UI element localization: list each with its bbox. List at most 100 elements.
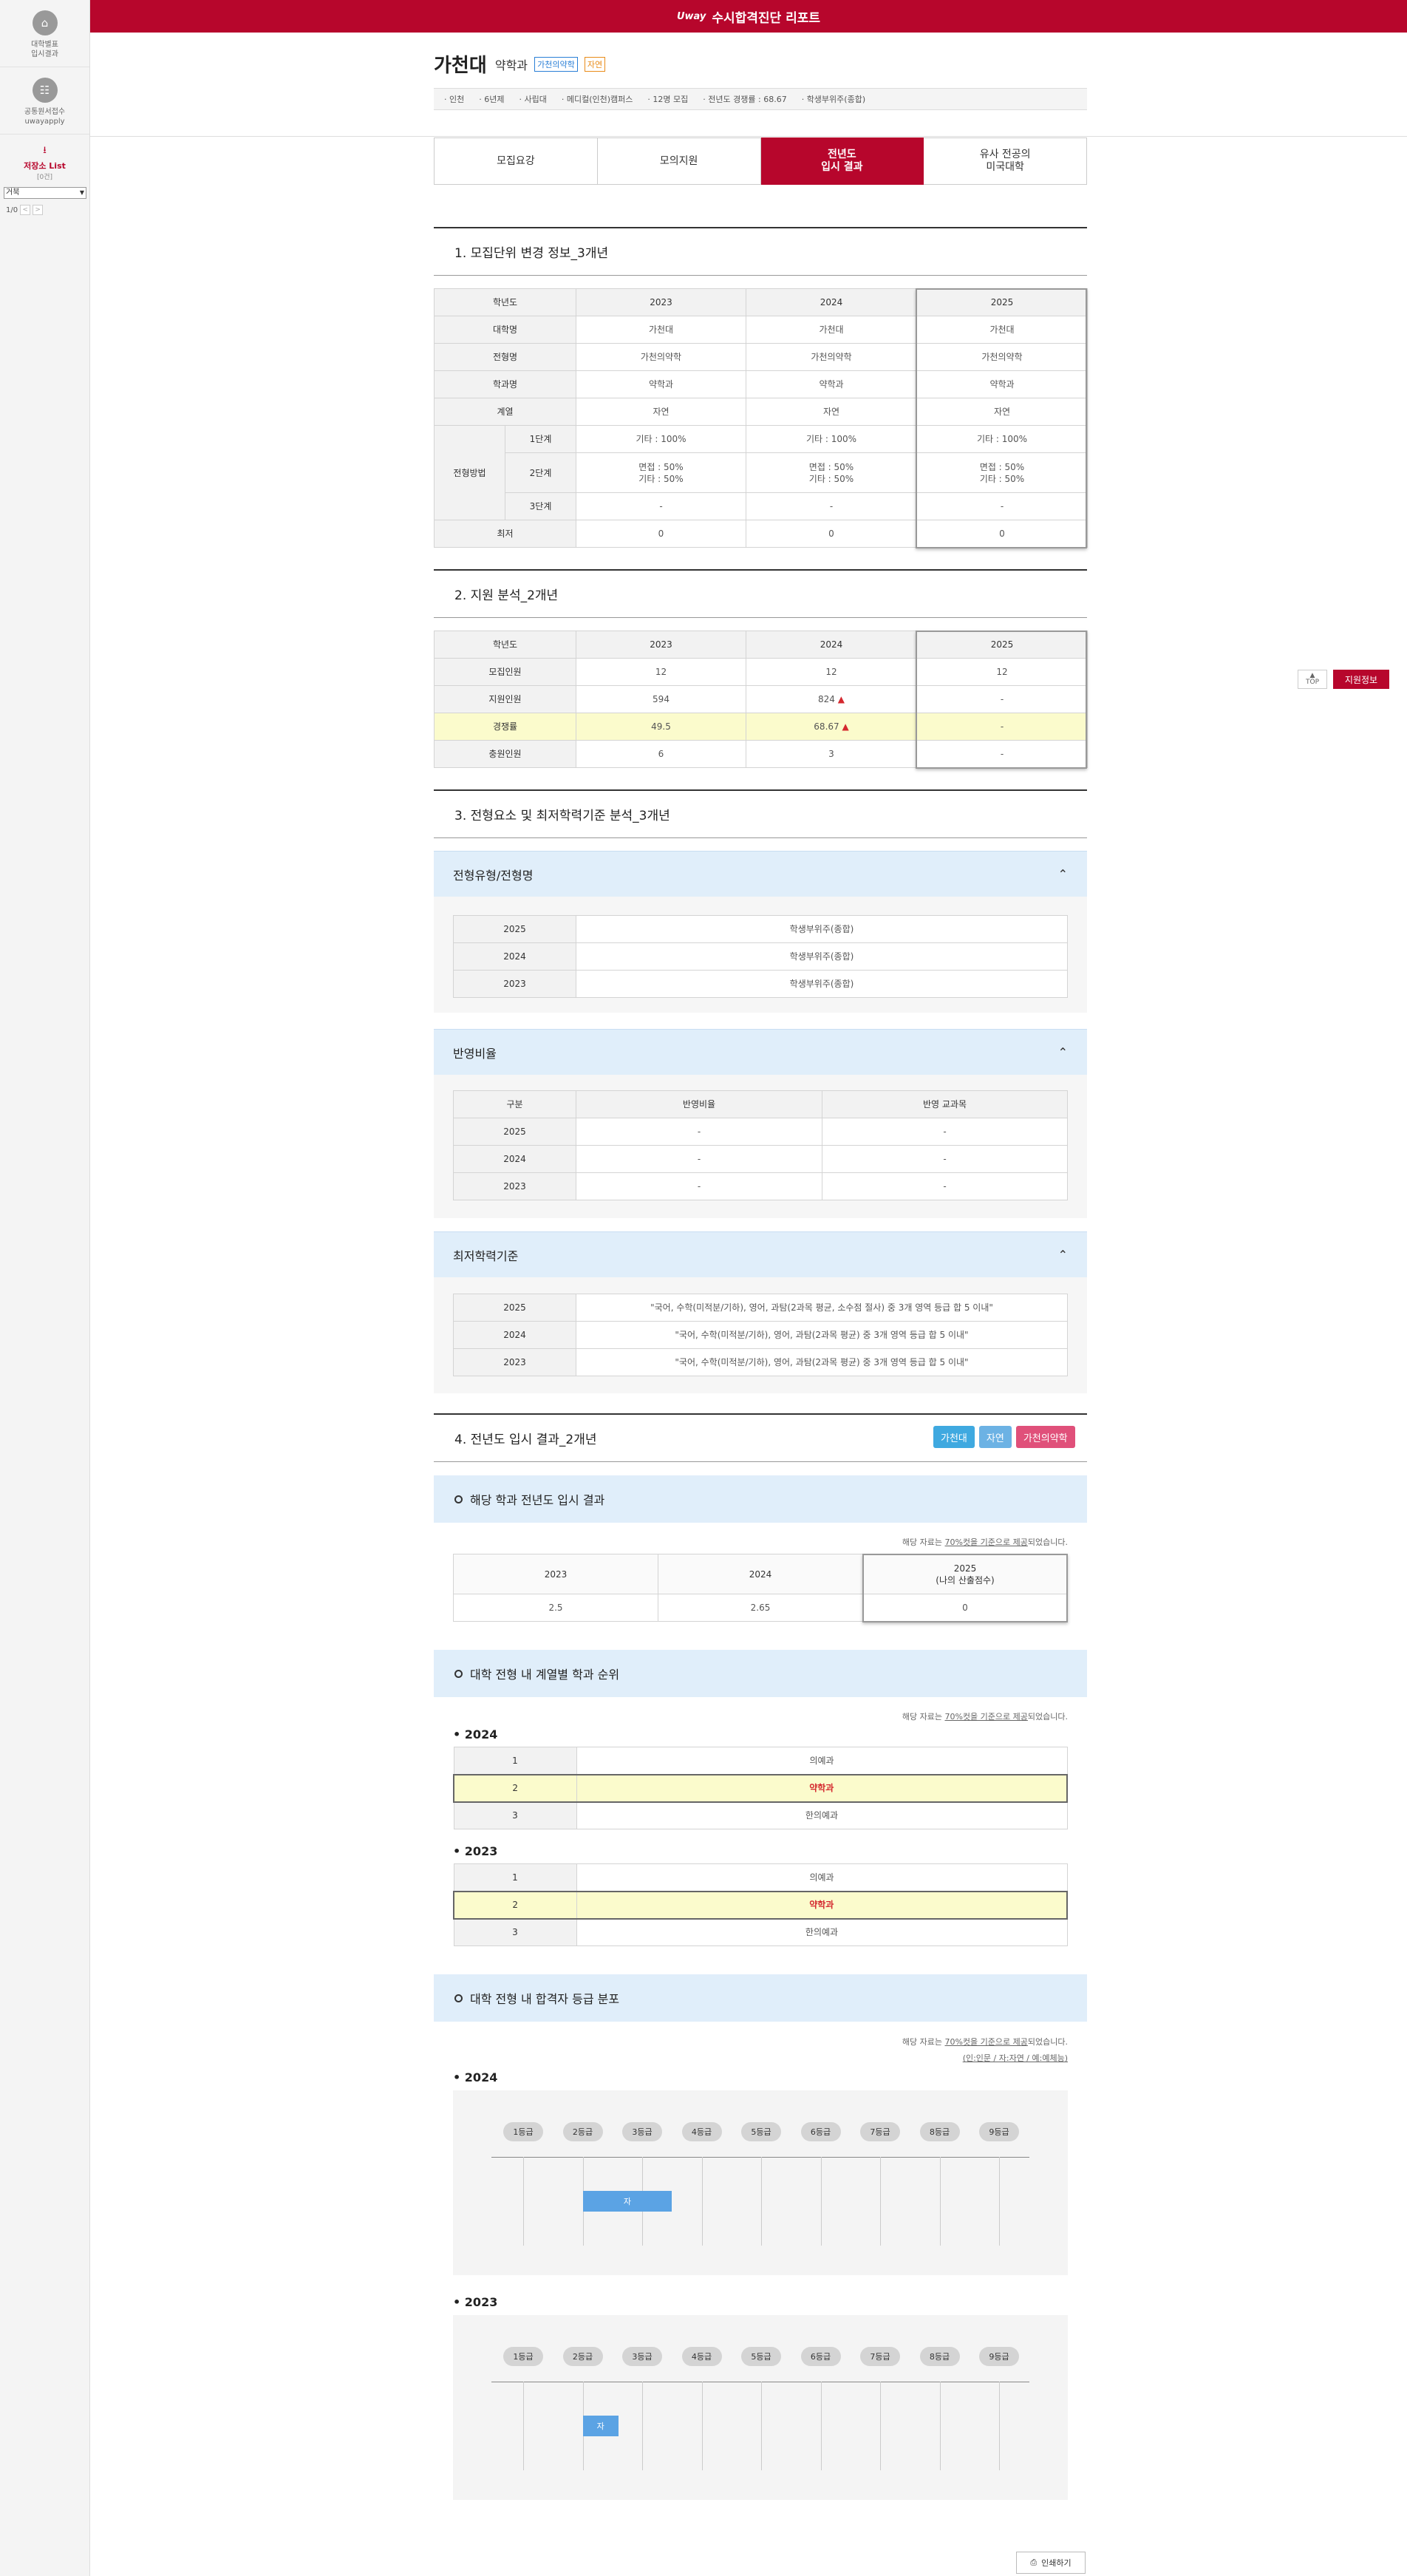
select-value: 거북 [6,188,20,197]
circle-icon [454,1669,463,1678]
grade-label: 2등급 [562,2347,603,2366]
grade-label: 8등급 [919,2122,960,2141]
table-row: 2 약학과 [453,1891,1068,1919]
prev-page-button[interactable]: < [20,205,31,215]
year-label: • 2024 [453,2070,498,2084]
sidebar-item-uwayapply[interactable]: ☷ 공통원서접수 uwayapply [0,67,89,135]
grade-tick [523,2157,524,2246]
tab-mock-apply[interactable]: 모의지원 [597,137,761,185]
table-row: 2 약학과 [453,1774,1068,1802]
table-row: 2단계 면접 : 50% 기타 : 50% 면접 : 50% 기타 : 50% 면접 … [435,452,1088,493]
saved-list[interactable]: ⭳ 저장소 List [0건] [0,135,89,184]
table-row: 2023 "국어, 수학(미적분/기하), 영어, 과탐(2과목 평균) 중 3개… [453,1348,1068,1376]
table-row: 경쟁률 49.5 68.67 ▲ - [434,713,1088,741]
up-arrow-icon: ▲ [842,721,849,732]
next-page-button[interactable]: > [33,205,44,215]
note-row: 해당 자료는 70%컷을 기준으로 제공되었습니다. [453,1710,1068,1722]
grade-label: 2등급 [562,2122,603,2141]
admission-type-tag: 가천의약학 [534,56,578,72]
chevron-up-icon: ⌃ [1057,1045,1068,1059]
table-row: 전형명 가천의약학 가천의약학 가천의약학 [434,343,1088,371]
rank-table-2023: 1 의예과 2 약학과 3 한의예과 [453,1863,1068,1946]
tab-guide[interactable]: 모집요강 [434,137,598,185]
sidebar-item-admission-results[interactable]: ⌂ 대학별표 입시결과 [0,0,89,67]
saved-list-pager: 1/0 < > [0,202,89,218]
school-icon: ⌂ [32,10,58,35]
subsection-title: 대학 전형 내 계열별 학과 순위 [434,1650,1087,1697]
grade-tick [939,2157,941,2246]
table-row: 대학명 가천대 가천대 가천대 [434,316,1088,344]
table-row: 2024- - [453,1145,1068,1173]
note-row: 해당 자료는 70%컷을 기준으로 제공되었습니다. [453,1536,1068,1548]
info-item: · 전년도 경쟁률 : 68.67 [703,95,787,104]
grade-tick [701,2157,703,2246]
scroll-top-button[interactable]: ▲ TOP [1298,670,1327,689]
inbox-icon: ⭳ [43,145,47,156]
table-row: 1 의예과 [453,1863,1068,1892]
tabs-divider [90,136,1407,137]
admission-type-table: 2025 학생부위주(종합) 2024 학생부위주(종합) 2023 학생부위주(종합… [453,915,1068,998]
table-row: 지원인원 594 824 ▲ - [434,685,1088,713]
grade-tick [523,2382,524,2470]
print-button[interactable]: ⎙ 인쇄하기 [1016,2552,1086,2574]
circle-icon [454,1495,463,1503]
grade-legend: (인:인문 / 자:자연 / 예:예체능) [962,2053,1068,2063]
grade-label: 7등급 [860,2122,900,2141]
grade-label: 5등급 [741,2122,781,2141]
table-row: 2025- - [453,1118,1068,1146]
accordion-ratio[interactable]: 반영비율 ⌃ [434,1029,1087,1075]
circle-icon [454,1994,463,2002]
left-sidebar: ⌂ 대학별표 입시결과 ☷ 공통원서접수 uwayapply ⭳ 저장소 Lis… [0,0,90,2576]
data-note: 해당 자료는 70%컷을 기준으로 제공되었습니다. [902,1712,1068,1722]
grade-tick [880,2382,881,2470]
sidebar-item-label: 공통원서접수 uwayapply [24,108,66,126]
grade-label: 9등급 [979,2122,1019,2141]
filter-field-button[interactable]: 자연 [978,1426,1012,1448]
info-item: · 12명 모집 [647,95,689,104]
table-row: 2025 학생부위주(종합) [453,915,1068,943]
year-label: • 2023 [453,1844,498,1858]
section-title: 1. 모집단위 변경 정보_3개년 [434,227,1087,276]
field-tag: 자연 [584,56,606,72]
grade-tick [999,2157,1000,2246]
saved-list-count: [0건] [36,174,53,181]
min-standard-table: 2025 "국어, 수학(미적분/기하), 영어, 과탐(2과목 평균, 소수점 … [453,1294,1068,1376]
sidebar-item-label: 대학별표 입시결과 [31,41,58,58]
chevron-up-icon: ⌃ [1057,867,1068,881]
grade-axis-line [491,2157,1029,2158]
university-name: 가천대 [434,55,487,77]
header-area: 가천대 약학과 가천의약학 자연 · 인천 · 6년제 · 사립대 · 메디컬(… [434,50,1087,110]
tab-us-colleges[interactable]: 유사 전공의 미국대학 [924,137,1087,185]
info-item: · 메디컬(인천)캠퍼스 [561,95,633,104]
accordion-admission-type[interactable]: 전형유형/전형명 ⌃ [434,851,1087,897]
info-item: · 사립대 [519,95,547,104]
table-row: 2024 "국어, 수학(미적분/기하), 영어, 과탐(2과목 평균) 중 3개… [453,1321,1068,1349]
table-row: 2023 2024 2025 (나의 산출점수) [453,1554,1068,1594]
rank-table-2024: 1 의예과 2 약학과 3 한의예과 [453,1747,1068,1829]
grade-tick [939,2382,941,2470]
accordion-min-standard[interactable]: 최저학력기준 ⌃ [434,1231,1087,1277]
table-row: 학년도 2023 2024 2025 [434,631,1088,659]
grade-tick [820,2382,822,2470]
filter-univ-button[interactable]: 가천대 [933,1426,975,1448]
grade-label: 4등급 [681,2122,722,2141]
grade-range-bar: 자 [582,2191,672,2212]
table-row: 2023 학생부위주(종합) [453,970,1068,998]
apply-info-button[interactable]: 지원정보 [1333,670,1389,689]
grade-tick [999,2382,1000,2470]
grade-label: 1등급 [503,2347,543,2366]
chevron-down-icon: ▼ [79,189,84,196]
table-row: 학과명 약학과 약학과 약학과 [434,370,1088,398]
section-title: 2. 지원 분석_2개년 [434,569,1087,618]
tab-prev-results[interactable]: 전년도 입시 결과 [760,137,924,185]
grade-tick [880,2157,881,2246]
floating-buttons: ▲ TOP 지원정보 [1298,670,1389,689]
ratio-table: 구분 반영비율 반영 교과목 2025- - 2024- - 2023- - [453,1090,1068,1200]
grade-label: 4등급 [681,2347,722,2366]
info-item: · 학생부위주(종합) [801,95,866,104]
year-label: • 2023 [453,2295,498,2309]
grade-label: 9등급 [979,2347,1019,2366]
saved-list-select[interactable]: 거북 ▼ [4,187,86,199]
table-row: 3 한의예과 [453,1918,1068,1946]
filter-type-button[interactable]: 가천의약학 [1015,1426,1075,1448]
